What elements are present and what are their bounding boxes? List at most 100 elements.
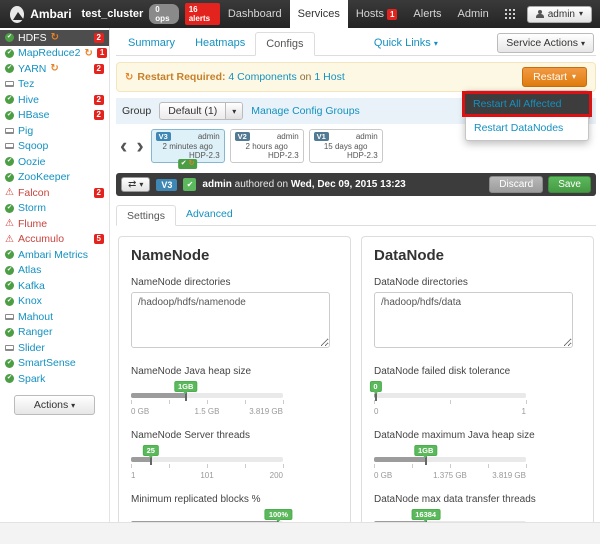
client-service-icon (5, 81, 14, 88)
nav-dashboard[interactable]: Dashboard (220, 0, 290, 28)
slider-value-badge: 1GB (174, 381, 198, 392)
nav-services[interactable]: Services (289, 0, 348, 28)
sidebar-item-zookeeper[interactable]: ✔ ZooKeeper (0, 170, 109, 186)
authored-text: admin authored on Wed, Dec 09, 2015 13:2… (202, 179, 406, 190)
tab-heatmaps[interactable]: Heatmaps (185, 32, 255, 54)
host-link[interactable]: 1 Host (314, 71, 344, 83)
service-started-icon: ✔ (5, 33, 14, 43)
slider-tick-labels: 0 GB 1.5 GB 3.819 GB (131, 407, 283, 416)
config-label: NameNode Server threads (131, 430, 250, 441)
person-icon (535, 10, 544, 18)
service-actions-button[interactable]: Service Actions ▾ (497, 32, 594, 53)
restart-button[interactable]: Restart ▾ (522, 67, 587, 87)
caret-down-icon: ▾ (225, 103, 243, 119)
namenode-directories-input[interactable]: /hadoop/hdfs/namenode (131, 292, 330, 348)
alerts-count-badge[interactable]: 16 alerts (184, 3, 220, 25)
sidebar-item-sqoop[interactable]: Sqoop (0, 139, 109, 155)
config-label: NameNode directories (131, 277, 231, 288)
nav-hosts[interactable]: Hosts 1 (348, 0, 406, 28)
sidebar-item-spark[interactable]: ✔ Spark (0, 371, 109, 387)
sidebar-item-oozie[interactable]: ✔ Oozie (0, 154, 109, 170)
page-body: ✔ HDFS ↻ 2 ✔ MapReduce2 ↻ 1 ✔ YARN ↻ 2 Tez ✔ Hive 2… (0, 28, 600, 544)
version-box-v3[interactable]: V3 admin 2 minutes ago HDP-2.3 ✔ ↻ (150, 129, 225, 169)
datanode-directories-input[interactable]: /hadoop/hdfs/data (374, 292, 573, 348)
slider-track[interactable] (131, 454, 284, 468)
sidebar-item-yarn[interactable]: ✔ YARN ↻ 2 (0, 61, 109, 77)
user-menu-button[interactable]: admin ▾ (526, 5, 592, 23)
current-version-bar: ⇄ ▾ V3 ✔ admin authored on Wed, Dec 09, 2… (116, 173, 596, 196)
client-service-icon (5, 344, 14, 351)
actions-dropdown-button[interactable]: Actions ▾ (14, 394, 95, 415)
views-grid-icon[interactable] (504, 9, 515, 19)
sidebar-item-tez[interactable]: Tez (0, 77, 109, 93)
components-link[interactable]: 4 Components (228, 71, 296, 83)
tab-configs[interactable]: Configs (255, 31, 315, 56)
datanode-heap-slider[interactable]: 1GB 0 GB 1.375 GB 3.819 GB (374, 445, 527, 481)
tab-advanced[interactable]: Advanced (176, 204, 243, 225)
client-service-icon (5, 313, 14, 320)
version-badge: V3 (155, 132, 171, 141)
disk-tolerance-slider[interactable]: 0 0 1 (369, 381, 527, 417)
menu-item-restart-datanodes[interactable]: Restart DataNodes (466, 118, 588, 138)
sidebar-item-pig[interactable]: Pig (0, 123, 109, 139)
sidebar-item-ambari-metrics[interactable]: ✔ Ambari Metrics (0, 247, 109, 263)
tab-settings[interactable]: Settings (116, 205, 176, 226)
versions-scroll-right-icon[interactable]: › (134, 135, 145, 157)
sidebar-actions-wrap: Actions ▾ (0, 387, 109, 423)
compare-icon: ⇄ (128, 179, 137, 190)
sidebar-item-hbase[interactable]: ✔ HBase 2 (0, 108, 109, 124)
top-navbar: Ambari test_cluster 0 ops 16 alerts Dash… (0, 0, 600, 28)
ops-count-badge[interactable]: 0 ops (149, 4, 179, 24)
service-started-icon: ✔ (5, 265, 14, 275)
alert-count-badge: 2 (93, 94, 104, 105)
config-label: DataNode max data transfer threads (374, 494, 536, 505)
alert-count-badge: 2 (93, 32, 104, 43)
version-box-v2[interactable]: V2 admin 2 hours ago HDP-2.3 (229, 129, 304, 163)
config-label: DataNode maximum Java heap size (374, 430, 535, 441)
alert-count-badge: 2 (93, 187, 104, 198)
slider-track[interactable] (374, 390, 527, 404)
annotation-highlight: Restart All Affected (462, 91, 592, 117)
service-started-icon: ✔ (5, 172, 14, 182)
sidebar-item-hdfs[interactable]: ✔ HDFS ↻ 2 (0, 30, 109, 46)
slider-track[interactable] (131, 390, 284, 404)
save-button[interactable]: Save (548, 176, 591, 193)
menu-item-restart-all-affected[interactable]: Restart All Affected (465, 94, 589, 114)
sidebar-item-knox[interactable]: ✔ Knox (0, 294, 109, 310)
sidebar-item-falcon[interactable]: ⚠ Falcon 2 (0, 185, 109, 201)
version-age: 2 minutes ago (162, 142, 213, 151)
namenode-heap-slider[interactable]: 1GB 0 GB 1.5 GB 3.819 GB (131, 381, 284, 417)
service-started-icon: ✔ (5, 327, 14, 337)
sidebar-item-mahout[interactable]: Mahout (0, 309, 109, 325)
tab-summary[interactable]: Summary (118, 32, 185, 54)
manage-config-groups-link[interactable]: Manage Config Groups (251, 105, 360, 117)
service-alert-icon: ⚠ (5, 218, 14, 230)
ambari-app: Ambari test_cluster 0 ops 16 alerts Dash… (0, 0, 600, 544)
client-service-icon (5, 127, 14, 134)
sidebar-item-accumulo[interactable]: ⚠ Accumulo 5 (0, 232, 109, 248)
services-sidebar: ✔ HDFS ↻ 2 ✔ MapReduce2 ↻ 1 ✔ YARN ↻ 2 Tez ✔ Hive 2… (0, 28, 110, 524)
service-started-icon: ✔ (5, 250, 14, 260)
slider-track[interactable] (374, 454, 527, 468)
version-box-v1[interactable]: V1 admin 15 days ago HDP-2.3 (308, 129, 383, 163)
sidebar-item-flume[interactable]: ⚠ Flume (0, 216, 109, 232)
nav-admin[interactable]: Admin (450, 0, 497, 28)
quick-links-dropdown[interactable]: Quick Links ▾ (374, 37, 438, 49)
sidebar-item-smartsense[interactable]: ✔ SmartSense (0, 356, 109, 372)
caret-down-icon: ▾ (580, 38, 585, 48)
slider-tick-labels: 0 GB 1.375 GB 3.819 GB (374, 471, 526, 480)
namenode-threads-slider[interactable]: 25 1 101 200 (131, 445, 284, 481)
sidebar-item-slider[interactable]: Slider (0, 340, 109, 356)
config-group-select[interactable]: Default (1) ▾ (159, 102, 244, 120)
sidebar-item-storm[interactable]: ✔ Storm (0, 201, 109, 217)
sidebar-item-mapreduce2[interactable]: ✔ MapReduce2 ↻ 1 (0, 46, 109, 62)
sidebar-item-atlas[interactable]: ✔ Atlas (0, 263, 109, 279)
sidebar-item-hive[interactable]: ✔ Hive 2 (0, 92, 109, 108)
discard-button[interactable]: Discard (489, 176, 544, 193)
sidebar-item-ranger[interactable]: ✔ Ranger (0, 325, 109, 341)
nav-alerts[interactable]: Alerts (405, 0, 449, 28)
versions-scroll-left-icon[interactable]: ‹ (118, 135, 129, 157)
compare-versions-button[interactable]: ⇄ ▾ (121, 177, 151, 192)
slider-value-badge: 25 (142, 445, 159, 456)
sidebar-item-kafka[interactable]: ✔ Kafka (0, 278, 109, 294)
